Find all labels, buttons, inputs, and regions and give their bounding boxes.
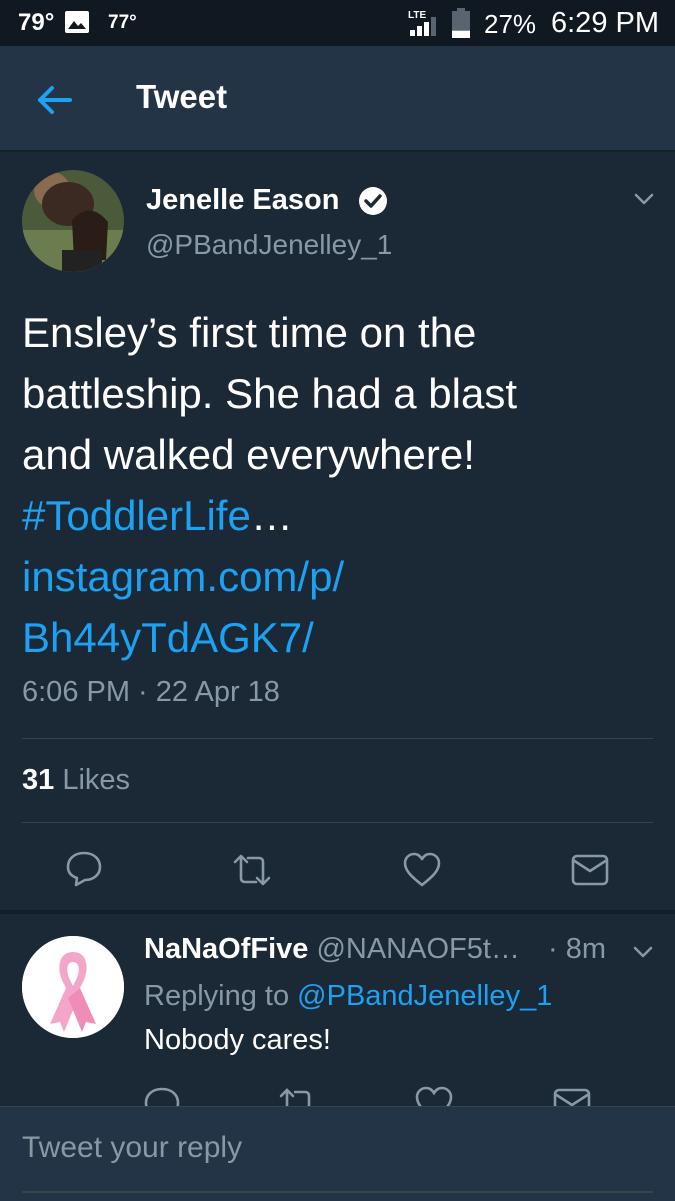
replying-to-label: Replying to	[144, 980, 290, 1012]
tweet-text-line: Ensley’s first time on the	[22, 309, 477, 356]
replying-to: Replying to @PBandJenelley_1	[144, 980, 552, 1013]
temperature-current: 79°	[18, 9, 55, 36]
author-name[interactable]: Jenelle Eason	[146, 184, 339, 217]
reply-icon[interactable]	[142, 1084, 182, 1106]
likes-label: Likes	[62, 764, 131, 796]
chevron-down-icon[interactable]	[630, 188, 658, 210]
battery-percent: 27%	[484, 9, 537, 39]
reply-actions	[0, 1078, 675, 1106]
likes-summary[interactable]: 31 Likes	[22, 764, 130, 797]
divider	[22, 738, 653, 739]
tweet-timestamp: 6:06 PM · 22 Apr 18	[22, 676, 280, 708]
reply-author-name[interactable]: NaNaOfFive	[144, 933, 308, 965]
retweet-icon[interactable]	[232, 850, 272, 890]
direct-message-icon[interactable]	[570, 850, 610, 890]
reply-time: · 8m	[548, 933, 606, 965]
hashtag-line: #ToddlerLife…	[22, 485, 652, 546]
likes-count: 31	[22, 764, 55, 796]
reply-author-handle[interactable]: @NANAOF5t…	[316, 933, 519, 965]
top-app-bar: Tweet	[0, 46, 675, 152]
lte-signal-icon: LTE	[408, 10, 436, 36]
battery-fill	[452, 30, 470, 38]
instagram-link-continued[interactable]: Bh44yTdAGK7/	[22, 607, 652, 668]
image-notification-icon	[65, 11, 89, 33]
reply-icon[interactable]	[64, 848, 104, 888]
divider	[22, 822, 653, 823]
replying-to-mention[interactable]: @PBandJenelley_1	[297, 980, 552, 1012]
battery-icon	[452, 8, 470, 38]
reply-text: Nobody cares!	[144, 1024, 331, 1056]
direct-message-icon[interactable]	[552, 1084, 592, 1106]
tweet-text: Ensley’s first time on the battleship. S…	[22, 302, 652, 668]
verified-badge-icon	[359, 187, 387, 215]
like-heart-icon[interactable]	[402, 850, 442, 890]
svg-text:LTE: LTE	[408, 10, 426, 21]
reply-header: NaNaOfFive @NANAOF5t…	[144, 933, 520, 966]
reply-avatar[interactable]	[22, 936, 124, 1038]
tweet-text-line: and walked everywhere!	[22, 431, 475, 478]
author-handle[interactable]: @PBandJenelley_1	[146, 229, 392, 261]
retweet-icon[interactable]	[278, 1084, 318, 1106]
status-bar: 79° 77° LTE 27% 6:29 PM	[0, 0, 675, 46]
temperature-low: 77°	[108, 12, 137, 33]
back-arrow-icon[interactable]	[30, 76, 78, 124]
like-heart-icon[interactable]	[414, 1084, 454, 1106]
hashtag-link[interactable]: #ToddlerLife	[22, 492, 251, 539]
tweet-text-line: battleship. She had a blast	[22, 370, 518, 417]
ellipsis: …	[250, 492, 293, 539]
clock: 6:29 PM	[551, 7, 659, 39]
reply-input[interactable]: Tweet your reply	[22, 1131, 652, 1175]
section-divider	[0, 910, 675, 914]
chevron-down-icon[interactable]	[630, 942, 656, 962]
instagram-link[interactable]: instagram.com/p/	[22, 546, 652, 607]
reply-composer: Tweet your reply	[0, 1106, 675, 1201]
page-title: Tweet	[136, 78, 228, 115]
input-underline	[22, 1191, 653, 1193]
author-avatar[interactable]	[22, 170, 124, 272]
